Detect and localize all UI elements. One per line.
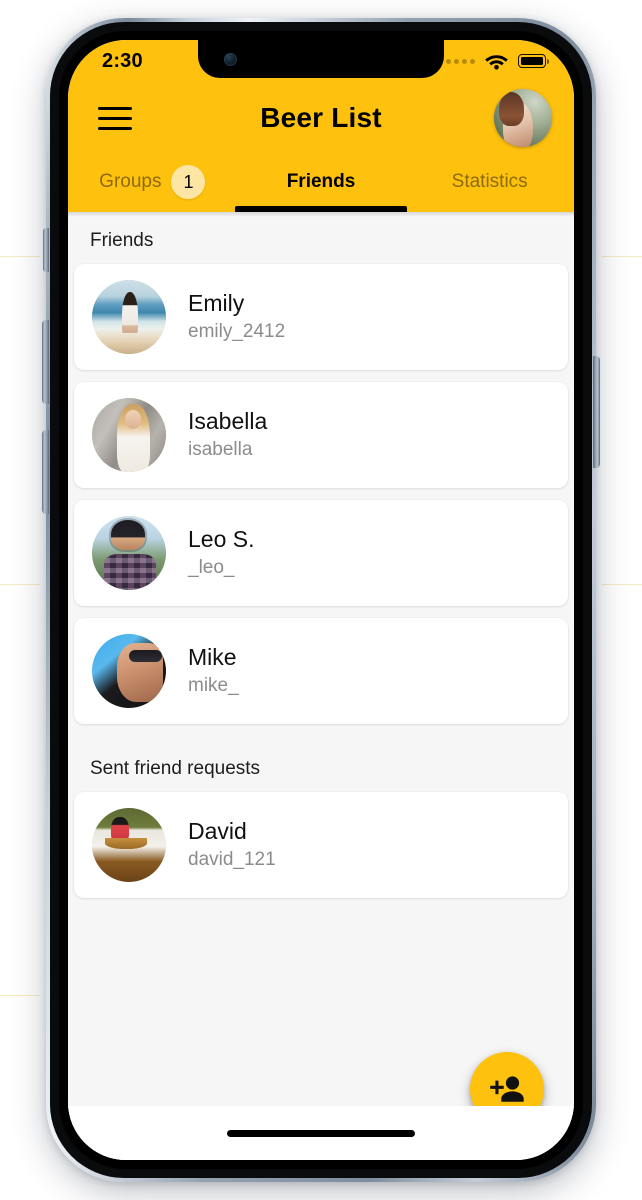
- status-bar-clock: 2:30: [102, 50, 143, 72]
- phone-bezel: 2:30 Beer List Groups 1 Friends Statisti…: [50, 22, 592, 1178]
- list-item[interactable]: David david_121: [74, 792, 568, 898]
- tab-friends-label: Friends: [286, 171, 356, 192]
- guide-mark: [0, 995, 40, 996]
- cellular-dots-icon: [446, 58, 475, 64]
- list-item[interactable]: Emily emily_2412: [74, 264, 568, 370]
- home-indicator-bar[interactable]: [227, 1129, 415, 1137]
- volume-up-button[interactable]: [42, 320, 49, 404]
- section-header-friends: Friends: [90, 230, 154, 251]
- guide-mark: [0, 584, 40, 585]
- friends-list-content[interactable]: Friends Emily emily_2412 Isabella isabel…: [68, 212, 574, 1160]
- front-camera-icon: [224, 53, 237, 66]
- guide-mark: [602, 584, 642, 585]
- profile-avatar[interactable]: [494, 89, 552, 147]
- avatar: [92, 808, 166, 882]
- avatar: [92, 516, 166, 590]
- battery-full-icon: [518, 54, 550, 68]
- hamburger-menu-icon[interactable]: [94, 97, 136, 139]
- friend-handle: david_121: [188, 848, 276, 870]
- tab-groups[interactable]: Groups 1: [68, 154, 237, 212]
- tab-statistics[interactable]: Statistics: [405, 154, 574, 212]
- friend-handle: mike_: [188, 674, 239, 696]
- list-item[interactable]: Isabella isabella: [74, 382, 568, 488]
- guide-mark: [602, 256, 642, 257]
- tab-groups-badge: 1: [171, 165, 206, 199]
- avatar: [92, 280, 166, 354]
- tab-friends[interactable]: Friends: [235, 154, 407, 212]
- tab-statistics-label: Statistics: [451, 171, 528, 192]
- list-item[interactable]: Mike mike_: [74, 618, 568, 724]
- title-bar: Beer List: [68, 82, 574, 154]
- friend-handle: emily_2412: [188, 320, 286, 342]
- wifi-icon: [485, 55, 508, 70]
- person-add-icon: [490, 1076, 524, 1102]
- list-item[interactable]: Leo S. _leo_: [74, 500, 568, 606]
- status-bar-indicators: [446, 52, 550, 70]
- mute-switch-button[interactable]: [43, 228, 49, 272]
- section-header-sent-requests: Sent friend requests: [90, 758, 261, 779]
- avatar: [92, 398, 166, 472]
- screenshot-canvas: 2:30 Beer List Groups 1 Friends Statisti…: [0, 0, 642, 1200]
- display-notch: [198, 40, 444, 78]
- phone-screen: 2:30 Beer List Groups 1 Friends Statisti…: [68, 40, 574, 1160]
- tab-groups-label: Groups: [99, 171, 162, 192]
- list-item-text: David david_121: [188, 819, 276, 870]
- volume-down-button[interactable]: [42, 430, 49, 514]
- profile-avatar-image: [494, 89, 552, 147]
- friend-name: David: [188, 818, 247, 845]
- tab-bar: Groups 1 Friends Statistics: [68, 154, 574, 212]
- list-item-text: Emily emily_2412: [188, 291, 285, 342]
- friend-name: Emily: [188, 290, 245, 317]
- friend-handle: isabella: [188, 438, 253, 460]
- friend-name: Isabella: [188, 408, 268, 435]
- friend-name: Mike: [188, 644, 237, 671]
- list-item-text: Isabella isabella: [188, 409, 267, 460]
- phone-inner-bezel: 2:30 Beer List Groups 1 Friends Statisti…: [59, 31, 583, 1169]
- list-item-text: Mike mike_: [188, 645, 239, 696]
- phone-frame: 2:30 Beer List Groups 1 Friends Statisti…: [42, 18, 600, 1182]
- list-item-text: Leo S. _leo_: [188, 527, 255, 578]
- power-button[interactable]: [593, 356, 600, 468]
- avatar: [92, 634, 166, 708]
- home-indicator-area: [68, 1106, 574, 1160]
- friend-name: Leo S.: [188, 526, 255, 553]
- friend-handle: _leo_: [188, 556, 235, 578]
- guide-mark: [0, 256, 40, 257]
